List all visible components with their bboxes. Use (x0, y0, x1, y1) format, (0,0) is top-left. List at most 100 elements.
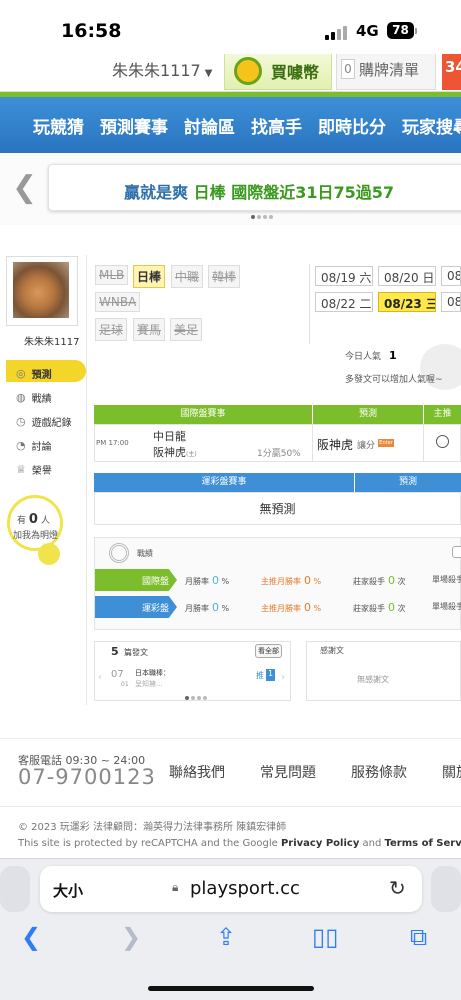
footer-link-contact[interactable]: 聯絡我們 (169, 762, 225, 782)
user-dropdown-label: 朱朱朱1117 (112, 61, 201, 80)
status-time: 16:58 (61, 20, 122, 42)
lottery-header-predict: 預測 (355, 473, 461, 492)
lottery-header-match: 運彩盤賽事 (94, 473, 354, 492)
divider (312, 424, 313, 462)
status-bar: 16:58 4G 78 (0, 0, 461, 62)
forward-icon: ❯ (121, 923, 142, 951)
prediction-type: 讓分 (357, 441, 376, 451)
terms-link[interactable]: Terms of Service (385, 838, 461, 849)
stat-label: 莊家殺手 (353, 604, 385, 613)
popularity-hint: 多發文可以增加人氣喔~ (345, 375, 443, 385)
tabs-icon[interactable]: ⧉ (410, 923, 427, 951)
avatar[interactable] (13, 262, 69, 318)
chevron-left-icon[interactable]: ‹ (98, 672, 102, 683)
reload-icon[interactable]: ↻ (389, 876, 406, 900)
sport-tag-npb[interactable]: 日棒 (133, 265, 166, 288)
battery-icon: 78 (387, 22, 414, 39)
footer-link-about[interactable]: 關於 (442, 762, 461, 782)
percent-sign: % (313, 604, 322, 613)
back-icon[interactable]: ❮ (21, 923, 41, 951)
sidebar-item-honor[interactable]: ♕ 榮譽 (6, 456, 86, 478)
footer-link-faq[interactable]: 常見問題 (260, 762, 316, 782)
nav-item-forum[interactable]: 討論區 (184, 113, 235, 138)
cart-label: 購牌清單 (359, 61, 420, 79)
stat-value: 0 (212, 601, 219, 614)
next-tab-preview[interactable] (431, 866, 461, 912)
banner-slide[interactable]: 贏就是爽 日棒 國際盤近31日75過57 (48, 164, 461, 211)
sport-tag-nfl[interactable]: 美足 (170, 318, 203, 341)
sport-tag-cpbl[interactable]: 中職 (171, 265, 204, 288)
nav-item-livescore[interactable]: 即時比分 (318, 113, 386, 138)
date-button[interactable]: 08/2 (441, 266, 461, 286)
sport-tag-horse[interactable]: 賽馬 (133, 318, 166, 341)
bulb-prefix: 有 (17, 516, 27, 526)
main-nav: 玩競猜 預測賽事 討論區 找高手 即時比分 玩家搜尋 (0, 97, 461, 153)
main-push-radio[interactable] (436, 435, 449, 448)
team-home: 中日龍 (153, 430, 186, 443)
text-size-button[interactable]: 大小 (53, 880, 83, 901)
sidebar-item-predict[interactable]: ◎ 預測 (6, 360, 86, 382)
privacy-link[interactable]: Privacy Policy (281, 838, 359, 849)
recaptcha-and: and (359, 838, 385, 849)
nav-item-play[interactable]: 玩競猜 (33, 113, 84, 138)
post-preview: 呈知擁... (135, 680, 163, 688)
popularity: 今日人氣 1 (345, 349, 397, 362)
date-button[interactable]: 08/19 六 (315, 266, 373, 286)
battery-nub (415, 28, 417, 34)
team-away-sup: (主) (186, 451, 197, 458)
copyright: © 2023 玩運彩 法律顧問：瀚英得力法律事務所 陳鎮宏律師 (18, 822, 287, 833)
notification-badge[interactable]: 34 (442, 54, 461, 90)
stat-unit: 次 (397, 577, 406, 586)
popularity-label: 今日人氣 (345, 352, 382, 362)
sport-tag-soccer[interactable]: 足球 (95, 318, 128, 341)
footer-link-terms[interactable]: 服務條款 (351, 762, 407, 782)
view-all-button[interactable]: 看全部 (255, 644, 282, 658)
stats-more-button[interactable] (452, 546, 461, 558)
bulb-unit: 人 (40, 516, 50, 526)
user-dropdown[interactable]: 朱朱朱1117 ▼ (112, 57, 212, 81)
sport-tag-wnba[interactable]: WNBA (95, 292, 141, 312)
stat-main-rate: 主推月勝率 0 % (261, 574, 321, 587)
team-away: 阪神虎(主) (153, 444, 197, 460)
enter-tag: Enter (378, 439, 394, 447)
banner-prefix: 贏就是爽 (124, 183, 189, 202)
date-button[interactable]: 08/2 (441, 292, 461, 312)
sidebar-item-game-log[interactable]: ◷ 遊戲紀錄 (6, 408, 86, 430)
post-title[interactable]: 日本職棒： (135, 668, 170, 678)
date-button[interactable]: 08/22 二 (315, 292, 373, 312)
signal-icon (325, 24, 349, 40)
prev-tab-preview[interactable] (0, 866, 30, 912)
sidebar-item-record[interactable]: ◍ 戰績 (6, 384, 86, 406)
sport-tag-mlb[interactable]: MLB (95, 265, 129, 285)
nav-item-predict[interactable]: 預測賽事 (100, 113, 168, 138)
intl-header-main: 主推 (424, 405, 461, 424)
sidebar-item-label: 預測 (31, 370, 52, 381)
stat-killer: 莊家殺手 0 次 (353, 574, 406, 587)
share-icon[interactable]: ⇪ (216, 923, 236, 951)
divider (423, 424, 424, 462)
nav-item-experts[interactable]: 找高手 (251, 113, 302, 138)
nav-item-player-search[interactable]: 玩家搜尋 (402, 113, 461, 138)
chevron-right-icon[interactable]: › (281, 672, 285, 683)
popularity-value: 1 (389, 349, 397, 362)
stats-title: 戰績 (137, 549, 153, 558)
url-text[interactable]: playsport.cc (190, 878, 300, 899)
push-count: 1 (266, 669, 275, 681)
sidebar-item-discussion[interactable]: ◔ 討論 (6, 432, 86, 454)
coin-tab[interactable]: 買噱幣 (224, 54, 332, 90)
thanks-empty: 無感謝文 (357, 675, 389, 684)
sport-tag-kbo[interactable]: 韓棒 (208, 265, 241, 288)
chevron-left-icon[interactable]: ❮ (12, 170, 37, 205)
percent-sign: % (221, 577, 230, 586)
date-button-selected[interactable]: 08/23 三 (378, 292, 436, 312)
date-button[interactable]: 08/20 日 (378, 266, 436, 286)
stat-label: 月勝率 (185, 604, 209, 613)
bookmarks-icon[interactable]: ▯▯ (312, 923, 338, 951)
no-prediction: 無預測 (94, 492, 461, 525)
percent-sign: % (313, 577, 322, 586)
stat-label: 主推月勝率 (261, 577, 301, 586)
stat-label: 莊家殺手 (353, 577, 385, 586)
cart-tab[interactable]: 0 購牌清單 (336, 54, 436, 90)
discussion-icon: ◔ (16, 439, 26, 452)
post-count: 5 (111, 645, 119, 658)
